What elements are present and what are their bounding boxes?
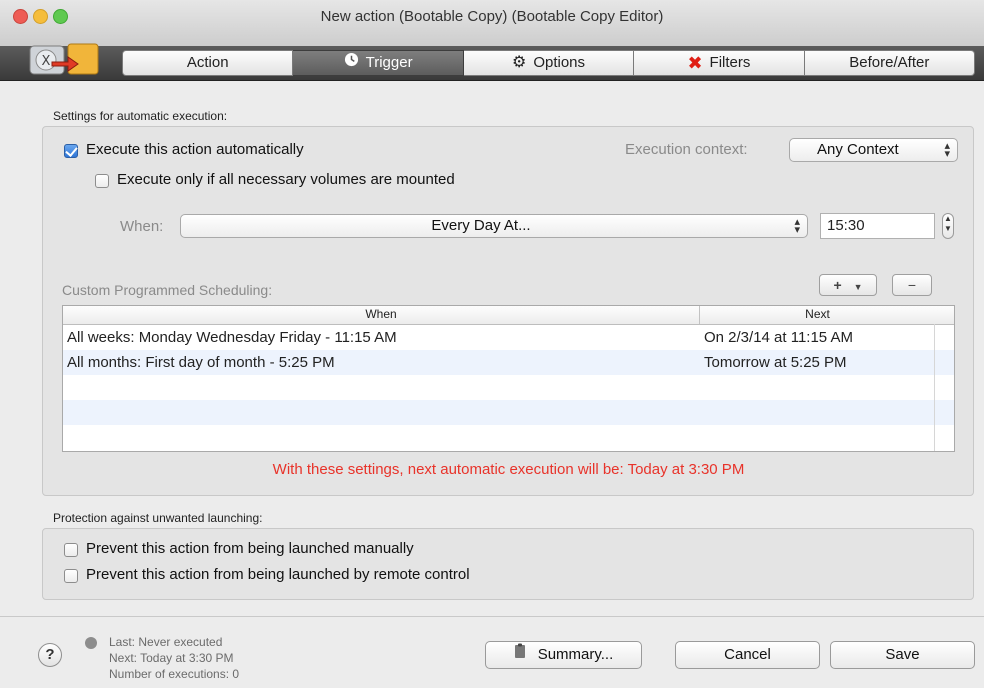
tab-before-after-label: Before/After bbox=[849, 54, 930, 71]
tab-filters[interactable]: ✖ Filters bbox=[634, 50, 805, 76]
execute-auto-checkbox[interactable] bbox=[64, 144, 78, 158]
protection-group bbox=[42, 528, 974, 600]
add-icon: + bbox=[833, 277, 842, 293]
next-execution: Next: Today at 3:30 PM bbox=[109, 651, 234, 665]
add-schedule-button[interactable]: + ▼ bbox=[819, 274, 877, 296]
table-row[interactable]: All weeks: Monday Wednesday Friday - 11:… bbox=[63, 325, 954, 350]
prevent-remote-checkbox[interactable] bbox=[64, 569, 78, 583]
tab-options-label: Options bbox=[533, 54, 586, 71]
when-popup[interactable]: Every Day At... ▴ ▾ bbox=[180, 214, 808, 238]
app-icon: X bbox=[28, 40, 102, 78]
when-label: When: bbox=[120, 218, 164, 235]
remove-icon: − bbox=[907, 277, 917, 293]
gear-icon: ⚙ bbox=[511, 54, 527, 71]
next-execution-note: With these settings, next automatic exec… bbox=[272, 461, 745, 478]
custom-scheduling-label: Custom Programmed Scheduling: bbox=[62, 282, 273, 298]
row-next: Tomorrow at 5:25 PM bbox=[704, 354, 847, 371]
table-header: When Next bbox=[63, 306, 954, 325]
prevent-manual-checkbox[interactable] bbox=[64, 543, 78, 557]
prevent-manual-label: Prevent this action from being launched … bbox=[86, 540, 414, 557]
row-when: All months: First day of month - 5:25 PM bbox=[67, 354, 335, 371]
protection-group-label: Protection against unwanted launching: bbox=[53, 511, 263, 525]
execute-auto-label: Execute this action automatically bbox=[86, 141, 304, 158]
scrollbar-divider bbox=[934, 324, 935, 451]
last-execution: Last: Never executed bbox=[109, 635, 223, 649]
table-row-empty bbox=[63, 375, 954, 400]
tab-before-after[interactable]: Before/After bbox=[804, 50, 976, 76]
popup-arrows-icon: ▴ ▾ bbox=[794, 216, 800, 236]
clipboard-icon bbox=[514, 642, 526, 668]
table-row-empty bbox=[63, 425, 954, 450]
table-row[interactable]: All months: First day of month - 5:25 PM… bbox=[63, 350, 954, 375]
red-x-icon: ✖ bbox=[687, 53, 703, 73]
execute-mounted-label: Execute only if all necessary volumes ar… bbox=[117, 171, 455, 188]
time-field[interactable]: 15:30 bbox=[820, 213, 935, 239]
svg-text:X: X bbox=[42, 54, 51, 69]
tab-action[interactable]: Action bbox=[122, 50, 294, 76]
clock-icon bbox=[344, 50, 359, 76]
prevent-remote-label: Prevent this action from being launched … bbox=[86, 566, 470, 583]
tab-filters-label: Filters bbox=[709, 54, 751, 71]
popup-arrows-icon: ▴ ▾ bbox=[944, 140, 950, 160]
row-next: On 2/3/14 at 11:15 AM bbox=[704, 329, 853, 346]
tab-options[interactable]: ⚙ Options bbox=[463, 50, 635, 76]
row-when: All weeks: Monday Wednesday Friday - 11:… bbox=[67, 329, 397, 346]
context-popup[interactable]: Any Context ▴ ▾ bbox=[789, 138, 958, 162]
summary-button[interactable]: Summary... bbox=[485, 641, 642, 669]
status-clock-icon bbox=[85, 637, 97, 649]
column-header-when[interactable]: When bbox=[63, 306, 699, 324]
settings-group-label: Settings for automatic execution: bbox=[53, 109, 228, 123]
tab-trigger[interactable]: Trigger bbox=[293, 50, 464, 76]
context-label: Execution context: bbox=[625, 141, 748, 158]
footer-separator bbox=[0, 616, 984, 617]
remove-schedule-button[interactable]: − bbox=[892, 274, 932, 296]
summary-label: Summary... bbox=[537, 646, 614, 663]
tab-action-label: Action bbox=[186, 54, 229, 71]
tab-trigger-label: Trigger bbox=[365, 54, 413, 71]
schedule-table[interactable]: When Next All weeks: Monday Wednesday Fr… bbox=[62, 305, 955, 452]
execution-count: Number of executions: 0 bbox=[109, 667, 240, 681]
execute-mounted-checkbox[interactable] bbox=[95, 174, 109, 188]
cancel-button[interactable]: Cancel bbox=[675, 641, 820, 669]
chevron-down-icon: ▼ bbox=[853, 282, 863, 292]
column-header-next[interactable]: Next bbox=[699, 306, 935, 324]
time-stepper[interactable]: ▲ ▼ bbox=[942, 213, 954, 239]
table-row-empty bbox=[63, 400, 954, 425]
context-value: Any Context bbox=[817, 141, 899, 158]
save-button[interactable]: Save bbox=[830, 641, 975, 669]
when-value: Every Day At... bbox=[431, 217, 531, 234]
window-title: New action (Bootable Copy) (Bootable Cop… bbox=[320, 8, 664, 25]
tab-bar: Action Trigger ⚙ Options ✖ Filters Befor… bbox=[122, 50, 976, 76]
status-info: Last: Never executed Next: Today at 3:30… bbox=[109, 634, 239, 682]
help-button[interactable]: ? bbox=[38, 643, 62, 667]
